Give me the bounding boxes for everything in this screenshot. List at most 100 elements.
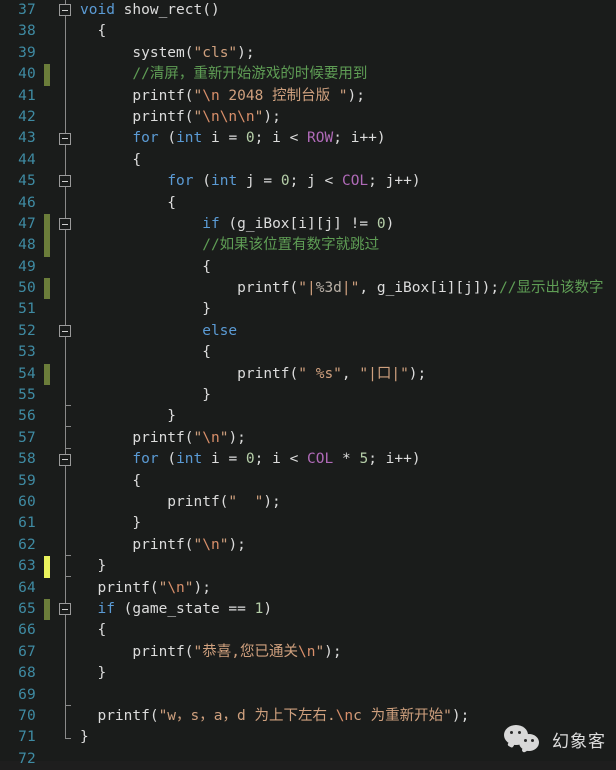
code-line[interactable]: 41 printf("\n 2048 控制台版 "); [0,85,616,107]
fold-column[interactable] [57,342,75,364]
code-text: if (g_iBox[i][j] != 0) [80,214,394,235]
code-token: //清屏，重新开始游戏的时候要用到 [80,66,368,83]
code-token: "|口|" [359,365,409,382]
fold-toggle-icon[interactable] [59,175,71,188]
fold-column[interactable] [57,491,75,514]
code-line[interactable]: 40 //清屏，重新开始游戏的时候要用到 [0,64,616,86]
code-line[interactable]: 55 } [0,385,616,407]
code-line[interactable]: 38 { [0,21,616,43]
line-number: 68 [18,665,36,682]
fold-toggle-icon[interactable] [59,4,71,17]
code-text: system("cls"); [80,43,254,64]
code-line[interactable]: 62 printf("\n"); [0,534,616,557]
fold-column[interactable] [57,85,75,107]
code-editor[interactable]: 37 void show_rect() 38 {39 system("cls"); 4… [0,0,616,767]
fold-column[interactable] [57,171,75,193]
fold-column[interactable] [57,727,75,748]
fold-column[interactable] [57,705,75,728]
line-number: 58 [18,451,36,468]
code-line[interactable]: 49 { [0,256,616,279]
code-line[interactable]: 42 printf("\n\n\n"); [0,106,616,129]
fold-toggle-icon[interactable] [59,132,71,145]
fold-column[interactable] [57,598,75,621]
fold-column[interactable] [57,0,75,22]
fold-column[interactable] [57,427,75,450]
fold-column[interactable] [57,256,75,279]
line-number: 71 [18,729,36,746]
fold-toggle-icon[interactable] [59,453,71,466]
fold-column[interactable] [57,192,75,214]
code-line[interactable]: 66 { [0,620,616,642]
fold-column[interactable] [57,684,75,706]
code-line[interactable]: 44 { [0,149,616,172]
line-number: 39 [18,44,36,61]
line-number: 38 [18,23,36,40]
code-token: \n [335,707,354,724]
fold-column[interactable] [57,278,75,300]
fold-column[interactable] [57,21,75,43]
fold-column[interactable] [57,235,75,257]
line-number: 67 [18,643,36,660]
fold-column[interactable] [57,64,75,86]
fold-column[interactable] [57,470,75,492]
code-line[interactable]: 52 else [0,320,616,343]
fold-column[interactable] [57,449,75,471]
code-line[interactable]: 65 if (game_state == 1) [0,598,616,621]
code-line[interactable]: 53 { [0,342,616,364]
code-text: } [80,385,211,406]
code-token: \n [202,87,220,104]
line-number: 56 [18,408,36,425]
fold-column[interactable] [57,577,75,599]
code-line[interactable]: 48 //如果该位置有数字就跳过 [0,235,616,257]
code-line[interactable]: 61 } [0,513,616,535]
code-line[interactable]: 67 printf("恭喜,您已通关\n"); [0,641,616,664]
code-line[interactable]: 69 [0,684,616,706]
fold-column[interactable] [57,42,75,65]
code-text: for (int j = 0; j < COL; j++) [80,171,420,192]
code-token: printf( [80,429,194,446]
fold-column[interactable] [57,128,75,150]
fold-column[interactable] [57,213,75,236]
fold-column[interactable] [57,513,75,535]
fold-column[interactable] [57,149,75,172]
code-token: "| [298,280,316,297]
fold-column[interactable] [57,663,75,685]
code-line[interactable]: 63 } [0,556,616,578]
code-line[interactable]: 56 } [0,406,616,428]
code-line[interactable]: 51 } [0,299,616,321]
code-token: 0 [376,215,386,232]
fold-toggle-icon[interactable] [59,325,71,338]
fold-column[interactable] [57,749,75,770]
code-line[interactable]: 37 void show_rect() [0,0,616,22]
code-token: " [193,87,203,104]
code-line[interactable]: 64 printf("\n"); [0,577,616,599]
code-line[interactable]: 46 { [0,192,616,214]
code-token: int [176,130,203,147]
code-line[interactable]: 59 { [0,470,616,492]
fold-column[interactable] [57,385,75,407]
fold-toggle-icon[interactable] [59,603,71,616]
fold-column[interactable] [57,363,75,386]
fold-column[interactable] [57,620,75,642]
code-line[interactable]: 57 printf("\n"); [0,427,616,450]
code-line[interactable]: 68 } [0,663,616,685]
code-line[interactable]: 45 for (int j = 0; j < COL; j++) [0,171,616,193]
code-line[interactable]: 54 printf(" %s", "|口|"); [0,363,616,386]
code-line[interactable]: 58 for (int i = 0; i < COL * 5; i++) [0,449,616,471]
fold-column[interactable] [57,406,75,428]
fold-column[interactable] [57,299,75,321]
code-line[interactable]: 60 printf(" "); [0,491,616,514]
fold-toggle-icon[interactable] [59,218,71,231]
code-text: if (game_state == 1) [80,599,272,620]
code-line[interactable]: 50 printf("|%3d|", g_iBox[i][j]);//显示出该数… [0,278,616,300]
code-line[interactable]: 47 if (g_iBox[i][j] != 0) [0,213,616,236]
fold-column[interactable] [57,106,75,129]
fold-column[interactable] [57,320,75,343]
fold-column[interactable] [57,641,75,664]
code-token: for [132,451,159,468]
code-line[interactable]: 39 system("cls"); [0,42,616,65]
code-line[interactable]: 43 for (int i = 0; i < ROW; i++) [0,128,616,150]
fold-column[interactable] [57,534,75,557]
fold-column[interactable] [57,556,75,578]
code-token: * [333,451,360,468]
